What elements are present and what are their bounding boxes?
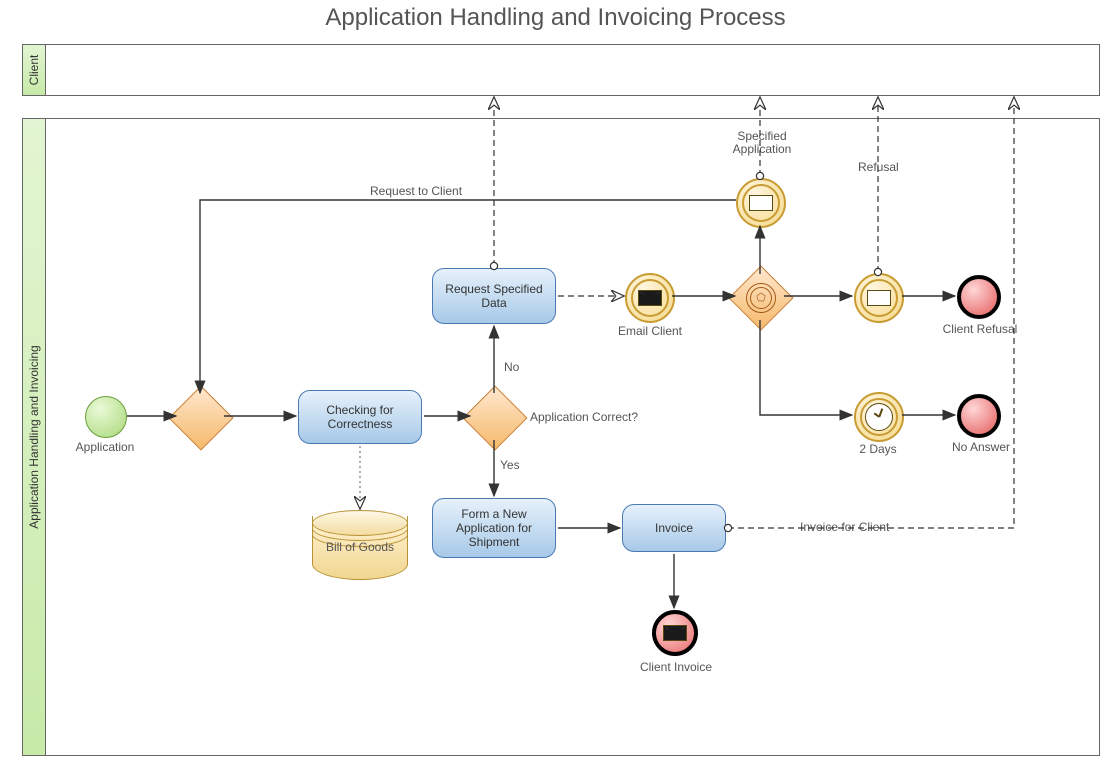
end-event-client-refusal <box>957 275 1001 319</box>
pool-client-label: Client <box>27 55 41 86</box>
gateway-decision-label: Application Correct? <box>530 410 638 424</box>
gateway-event-based: ⬠ <box>738 275 784 321</box>
task-check-correctness: Checking for Correctness <box>298 390 422 444</box>
end-event-client-invoice-label: Client Invoice <box>636 660 716 674</box>
task-request-specified-data: Request Specified Data <box>432 268 556 324</box>
edge-label-specified-application: Specified Application <box>724 130 800 156</box>
start-event-label: Application <box>75 440 135 454</box>
event-email-client <box>625 273 675 323</box>
gateway-merge <box>178 395 224 441</box>
edge-label-invoice-for-client: Invoice for Client <box>800 520 889 534</box>
event-timer-2days <box>854 392 904 442</box>
end-event-client-refusal-label: Client Refusal <box>940 322 1020 336</box>
edge-label-yes: Yes <box>500 458 520 472</box>
task-check-correctness-label: Checking for Correctness <box>303 403 417 431</box>
task-form-shipment-label: Form a New Application for Shipment <box>437 507 551 549</box>
diagram-title: Application Handling and Invoicing Proce… <box>0 4 1111 32</box>
edge-label-refusal: Refusal <box>858 160 899 174</box>
pool-client-header: Client <box>23 45 46 95</box>
pool-main-header: Application Handling and Invoicing <box>23 119 46 755</box>
event-timer-2days-label: 2 Days <box>856 442 900 456</box>
task-form-shipment: Form a New Application for Shipment <box>432 498 556 558</box>
pool-main-label: Application Handling and Invoicing <box>27 345 41 528</box>
pool-client: Client <box>22 44 1100 96</box>
event-refusal-message <box>854 273 904 323</box>
end-event-no-answer-label: No Answer <box>948 440 1014 454</box>
edge-label-request-to-client: Request to Client <box>370 184 462 198</box>
diagram-canvas: Application Handling and Invoicing Proce… <box>0 0 1111 783</box>
task-invoice: Invoice <box>622 504 726 552</box>
gateway-decision <box>472 395 518 441</box>
end-event-no-answer <box>957 394 1001 438</box>
event-specified-application <box>736 178 786 228</box>
end-event-client-invoice <box>652 610 698 656</box>
task-request-specified-data-label: Request Specified Data <box>437 282 551 310</box>
edge-label-no: No <box>504 360 519 374</box>
start-event <box>85 396 127 438</box>
task-invoice-label: Invoice <box>655 521 693 535</box>
datastore-bill-of-goods-label: Bill of Goods <box>322 540 398 554</box>
event-email-client-label: Email Client <box>615 324 685 338</box>
